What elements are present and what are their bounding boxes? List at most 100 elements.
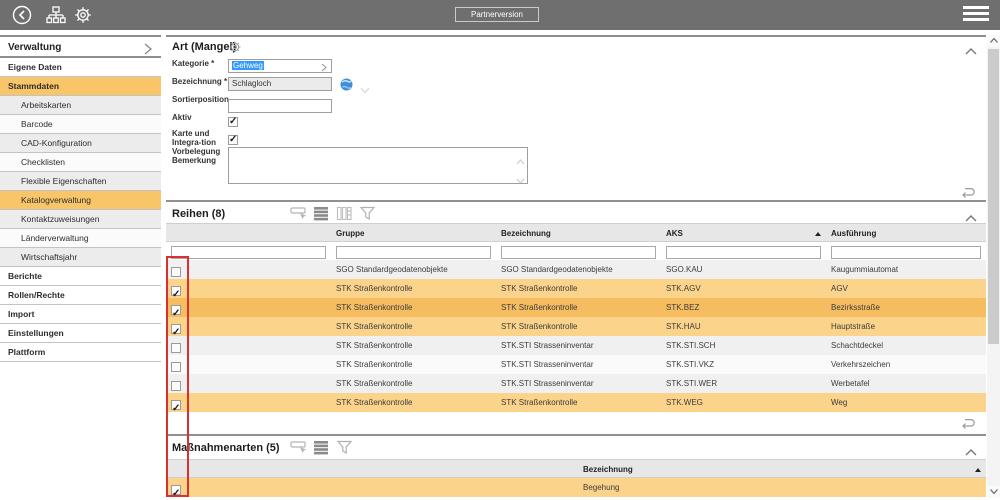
- page-title: Art (Mangel): [172, 41, 236, 53]
- row-checkbox[interactable]: [171, 305, 181, 315]
- vertical-scrollbar[interactable]: [987, 35, 1000, 498]
- sidebar-item-berichte[interactable]: Berichte: [0, 267, 161, 286]
- sort-ascending-icon: [815, 232, 821, 236]
- row-checkbox[interactable]: [171, 267, 181, 277]
- filter-input-gruppe[interactable]: [336, 246, 491, 259]
- table-row[interactable]: STK StraßenkontrolleSTK.STI Strasseninve…: [166, 336, 986, 355]
- sidebar-item-katalogverwaltung[interactable]: Katalogverwaltung: [0, 191, 161, 210]
- collapse-section-icon[interactable]: [964, 43, 978, 53]
- top-bar: Partnerversion: [0, 0, 1000, 30]
- sidebar-header-verwaltung[interactable]: Verwaltung: [0, 37, 161, 58]
- rows-view-icon[interactable]: [313, 206, 330, 221]
- bezeichnung-input[interactable]: Schlagloch: [228, 77, 332, 91]
- row-checkbox[interactable]: [171, 485, 181, 495]
- back-icon[interactable]: [12, 5, 32, 25]
- scroll-down-icon[interactable]: [516, 171, 525, 177]
- sidebar-item-rollen-rechte[interactable]: Rollen/Rechte: [0, 286, 161, 305]
- massnahmenarten-table-body: Begehung: [166, 478, 986, 497]
- column-chooser-icon[interactable]: [336, 206, 353, 221]
- reihen-header-row: Gruppe Bezeichnung AKS Ausführung: [166, 223, 986, 242]
- section-gear-icon[interactable]: [228, 40, 242, 54]
- menu-hamburger-icon[interactable]: [963, 6, 989, 24]
- filter-icon[interactable]: [336, 440, 353, 455]
- table-row[interactable]: SGO StandardgeodatenobjekteSGO Standardg…: [166, 260, 986, 279]
- filter-input-ausfuehrung[interactable]: [831, 246, 981, 259]
- massnahmenarten-title: Maßnahmenarten (5): [172, 442, 280, 454]
- sidebar-navigation: Verwaltung Eigene Daten Stammdaten Arbei…: [0, 35, 161, 362]
- sidebar-item-plattform[interactable]: Plattform: [0, 343, 161, 362]
- karte-integration-label: Karte und Integra-tion: [172, 129, 228, 147]
- main-panel: Art (Mangel) Kategorie * Gehweg: [166, 35, 986, 498]
- column-header-aks[interactable]: AKS: [661, 224, 826, 243]
- revert-icon[interactable]: [960, 417, 976, 429]
- table-row[interactable]: STK StraßenkontrolleSTK Straßenkontrolle…: [166, 279, 986, 298]
- sidebar-item-import[interactable]: Import: [0, 305, 161, 324]
- chevron-down-icon[interactable]: [360, 81, 370, 88]
- row-checkbox[interactable]: [171, 286, 181, 296]
- row-checkbox[interactable]: [171, 362, 181, 372]
- row-checkbox[interactable]: [171, 400, 181, 410]
- kategorie-value: Gehweg: [232, 61, 264, 70]
- chevron-right-icon: [143, 42, 153, 63]
- partnerversion-button[interactable]: Partnerversion: [455, 7, 539, 22]
- bezeichnung-value: Schlagloch: [232, 79, 271, 88]
- sidebar-item-arbeitskarten[interactable]: Arbeitskarten: [0, 96, 161, 115]
- sortierposition-label: Sortierposition: [172, 95, 228, 104]
- column-header-gruppe[interactable]: Gruppe: [331, 224, 496, 243]
- revert-icon[interactable]: [960, 186, 976, 198]
- sidebar-item-einstellungen[interactable]: Einstellungen: [0, 324, 161, 343]
- scrollbar-thumb[interactable]: [988, 49, 999, 344]
- sidebar-item-cad-konfiguration[interactable]: CAD-Konfiguration: [0, 134, 161, 153]
- filter-icon[interactable]: [359, 206, 376, 221]
- scrollbar-down-icon[interactable]: [987, 486, 1000, 498]
- sidebar-header-label: Verwaltung: [8, 42, 61, 53]
- karte-integration-checkbox[interactable]: [228, 135, 238, 145]
- reihen-toolbar: [290, 206, 376, 221]
- sitemap-icon[interactable]: [46, 5, 66, 25]
- kategorie-input[interactable]: Gehweg: [228, 59, 332, 73]
- scroll-up-icon[interactable]: [516, 152, 525, 158]
- sidebar-item-checklisten[interactable]: Checklisten: [0, 153, 161, 172]
- select-row-icon[interactable]: [290, 206, 307, 221]
- table-row[interactable]: STK StraßenkontrolleSTK.STI Strasseninve…: [166, 355, 986, 374]
- reihen-title: Reihen (8): [172, 208, 225, 220]
- column-header-bezeichnung[interactable]: Bezeichnung: [496, 224, 661, 243]
- aktiv-checkbox[interactable]: [228, 117, 238, 127]
- reihen-table-body: SGO StandardgeodatenobjekteSGO Standardg…: [166, 260, 986, 412]
- table-row[interactable]: STK StraßenkontrolleSTK Straßenkontrolle…: [166, 298, 986, 317]
- table-row[interactable]: STK StraßenkontrolleSTK Straßenkontrolle…: [166, 393, 986, 412]
- kategorie-open-icon[interactable]: [320, 63, 328, 71]
- sidebar-item-kontaktzuweisungen[interactable]: Kontaktzuweisungen: [0, 210, 161, 229]
- collapse-reihen-icon[interactable]: [964, 210, 978, 220]
- sidebar-item-flexible-eigenschaften[interactable]: Flexible Eigenschaften: [0, 172, 161, 191]
- column-header-checkbox: [166, 460, 578, 479]
- filter-input-bezeichnung[interactable]: [501, 246, 656, 259]
- sidebar-item-wirtschaftsjahr[interactable]: Wirtschaftsjahr: [0, 248, 161, 267]
- column-header-bezeichnung[interactable]: Bezeichnung: [578, 460, 986, 479]
- filter-input-checkbox-col[interactable]: [171, 246, 326, 259]
- vorbelegung-bemerkung-textarea[interactable]: [228, 147, 528, 184]
- sidebar-item-stammdaten[interactable]: Stammdaten: [0, 77, 161, 96]
- sidebar-item-barcode[interactable]: Barcode: [0, 115, 161, 134]
- collapse-massnahmenarten-icon[interactable]: [964, 444, 978, 454]
- row-checkbox[interactable]: [171, 324, 181, 334]
- sidebar-item-eigene-daten[interactable]: Eigene Daten: [0, 58, 161, 77]
- aktiv-label: Aktiv: [172, 113, 228, 122]
- translation-globe-icon[interactable]: [340, 78, 353, 91]
- row-checkbox[interactable]: [171, 343, 181, 353]
- sortierposition-input[interactable]: [228, 99, 332, 113]
- scrollbar-up-icon[interactable]: [987, 35, 1000, 47]
- filter-input-aks[interactable]: [666, 246, 821, 259]
- section-massnahmenarten: Maßnahmenarten (5) Bezeichnung Begehung: [166, 438, 986, 500]
- rows-view-icon[interactable]: [313, 440, 330, 455]
- massnahmenarten-header-row: Bezeichnung: [166, 459, 986, 478]
- sidebar-item-laenderverwaltung[interactable]: Länderverwaltung: [0, 229, 161, 248]
- settings-gear-icon[interactable]: [73, 5, 93, 25]
- select-row-icon[interactable]: [290, 440, 307, 455]
- row-checkbox[interactable]: [171, 381, 181, 391]
- table-row[interactable]: STK StraßenkontrolleSTK.STI Strasseninve…: [166, 374, 986, 393]
- table-row[interactable]: STK StraßenkontrolleSTK Straßenkontrolle…: [166, 317, 986, 336]
- kategorie-label: Kategorie *: [172, 59, 228, 68]
- table-row[interactable]: Begehung: [166, 478, 986, 497]
- column-header-ausfuehrung[interactable]: Ausführung: [826, 224, 986, 243]
